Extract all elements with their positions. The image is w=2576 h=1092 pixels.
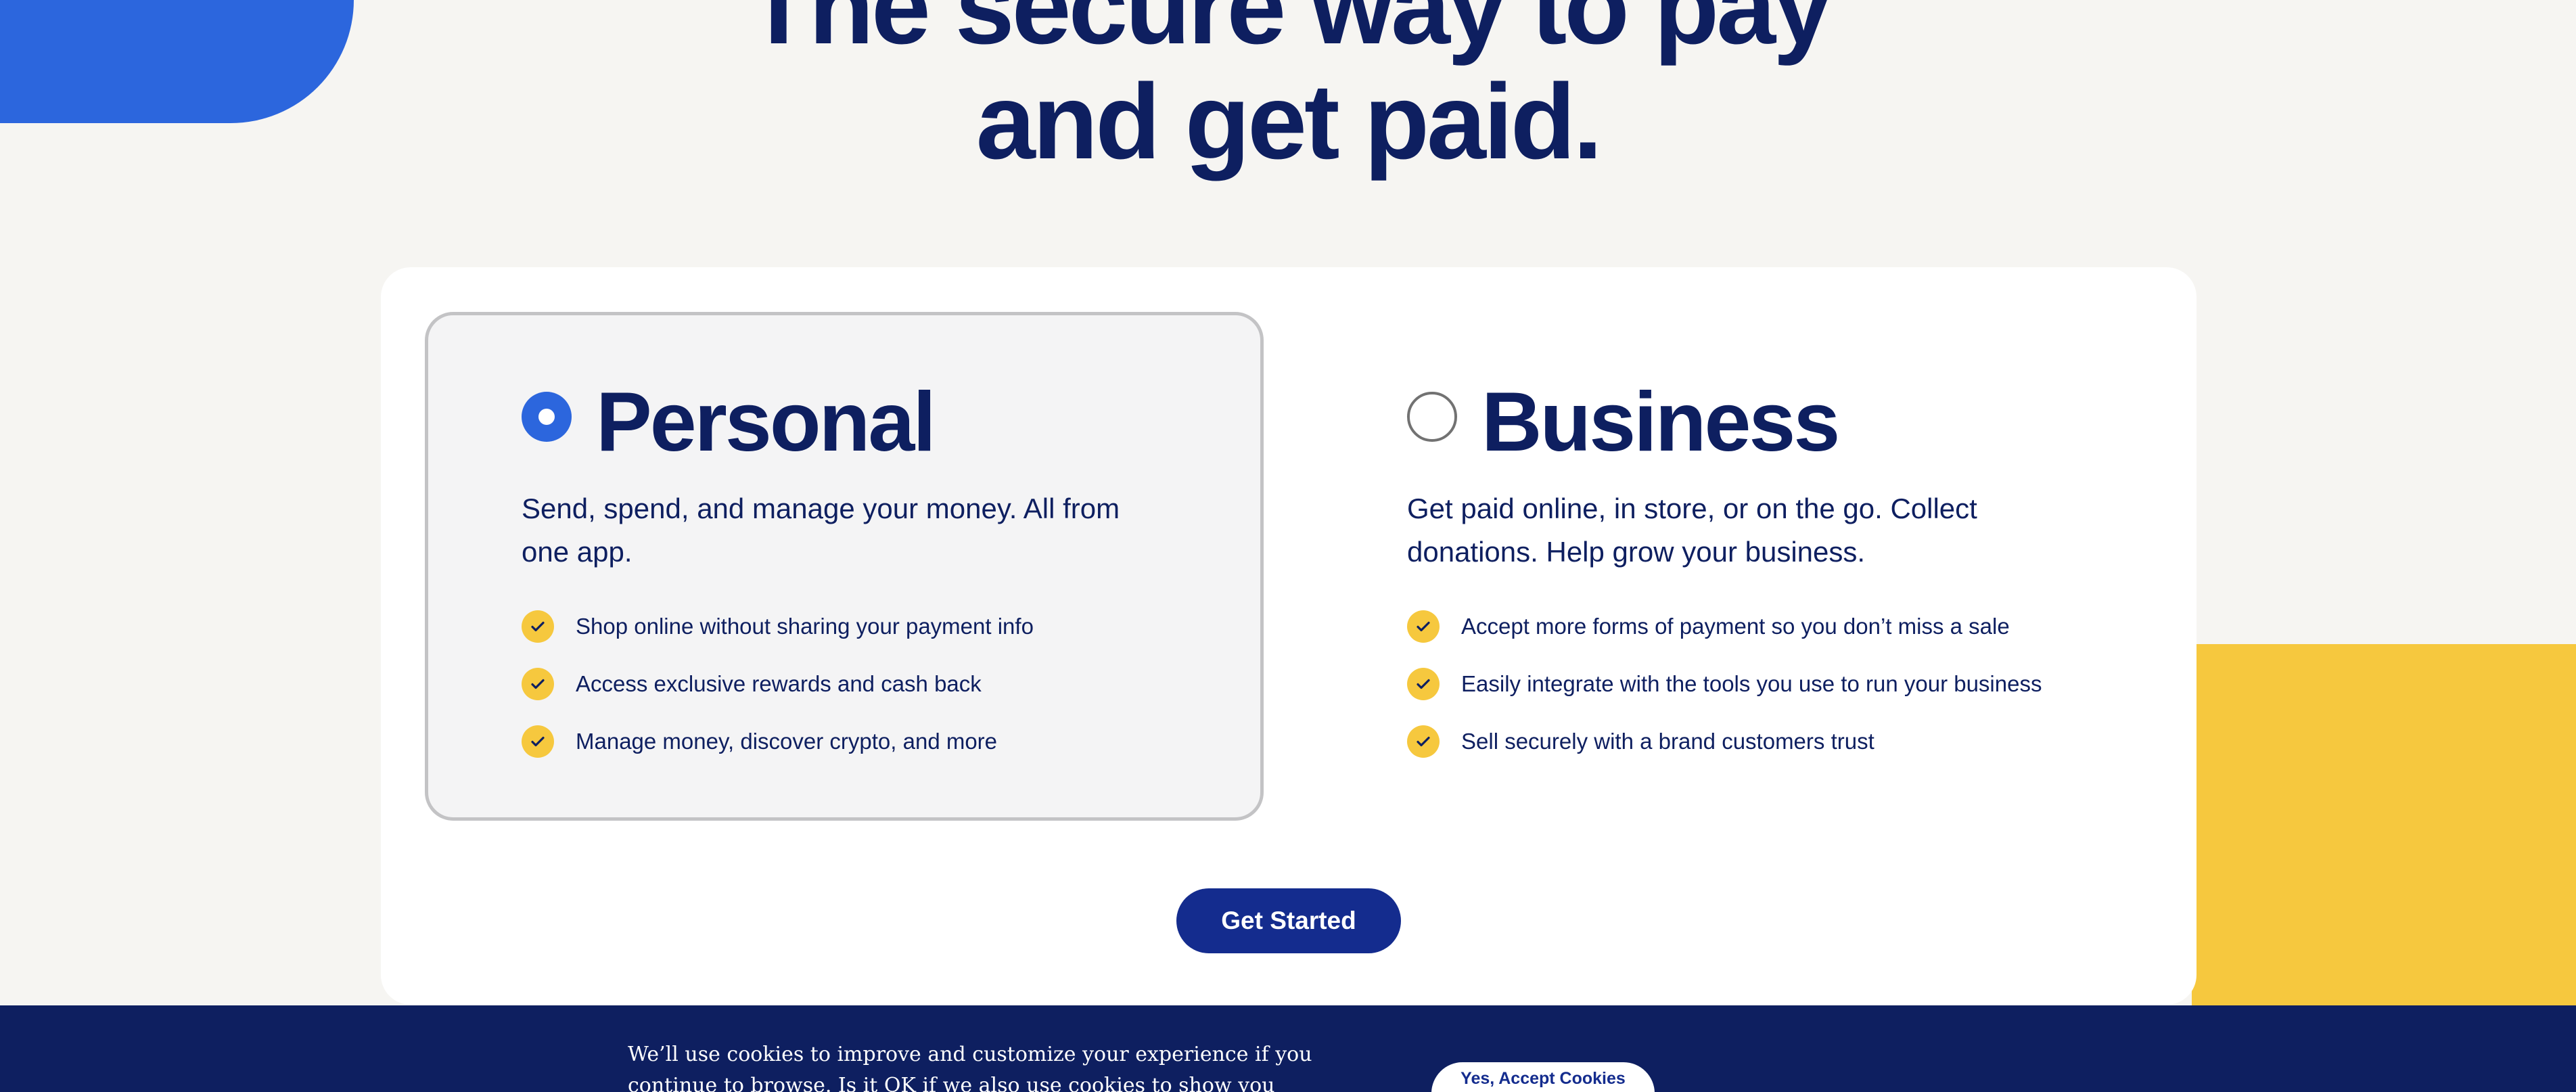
personal-description: Send, spend, and manage your money. All … — [522, 493, 1120, 568]
cookie-banner: We’ll use cookies to improve and customi… — [0, 1005, 2576, 1092]
accept-cookies-label: Yes, Accept Cookies — [1460, 1069, 1626, 1088]
radio-selected-icon[interactable] — [522, 392, 572, 442]
check-icon — [522, 668, 554, 700]
page-headline: The secure way to pay and get paid. — [0, 0, 2576, 179]
feature-item: Access exclusive rewards and cash back — [522, 668, 1034, 725]
check-icon — [1407, 610, 1440, 643]
headline-line-1: The secure way to pay — [745, 0, 1833, 66]
cookie-message: We’ll use cookies to improve and customi… — [628, 1043, 1312, 1092]
personal-feature-list: Shop online without sharing your payment… — [522, 610, 1034, 783]
feature-text: Access exclusive rewards and cash back — [576, 671, 982, 696]
personal-title: Personal — [596, 376, 936, 469]
feature-item: Easily integrate with the tools you use … — [1407, 668, 2042, 725]
check-icon — [522, 725, 554, 758]
feature-item: Sell securely with a brand customers tru… — [1407, 725, 2042, 783]
radio-unselected-icon[interactable] — [1407, 392, 1457, 442]
feature-item: Manage money, discover crypto, and more — [522, 725, 1034, 783]
business-description: Get paid online, in store, or on the go.… — [1407, 493, 1977, 568]
feature-text: Sell securely with a brand customers tru… — [1461, 729, 1874, 754]
headline-line-2: and get paid. — [975, 62, 1603, 181]
feature-item: Accept more forms of payment so you don’… — [1407, 610, 2042, 668]
feature-text: Easily integrate with the tools you use … — [1461, 671, 2042, 696]
accept-cookies-button[interactable]: Yes, Accept Cookies — [1431, 1062, 1655, 1092]
account-type-card: Personal Send, spend, and manage your mo… — [381, 267, 2196, 1005]
check-icon — [1407, 668, 1440, 700]
feature-text: Manage money, discover crypto, and more — [576, 729, 998, 754]
business-feature-list: Accept more forms of payment so you don’… — [1407, 610, 2042, 783]
feature-text: Accept more forms of payment so you don’… — [1461, 614, 2010, 639]
business-title: Business — [1481, 376, 1840, 469]
business-account-option[interactable]: Business Get paid online, in store, or o… — [1310, 312, 2149, 821]
personal-account-option[interactable]: Personal Send, spend, and manage your mo… — [425, 312, 1264, 821]
feature-text: Shop online without sharing your payment… — [576, 614, 1034, 639]
check-icon — [1407, 725, 1440, 758]
feature-item: Shop online without sharing your payment… — [522, 610, 1034, 668]
get-started-button[interactable]: Get Started — [1176, 888, 1401, 953]
check-icon — [522, 610, 554, 643]
